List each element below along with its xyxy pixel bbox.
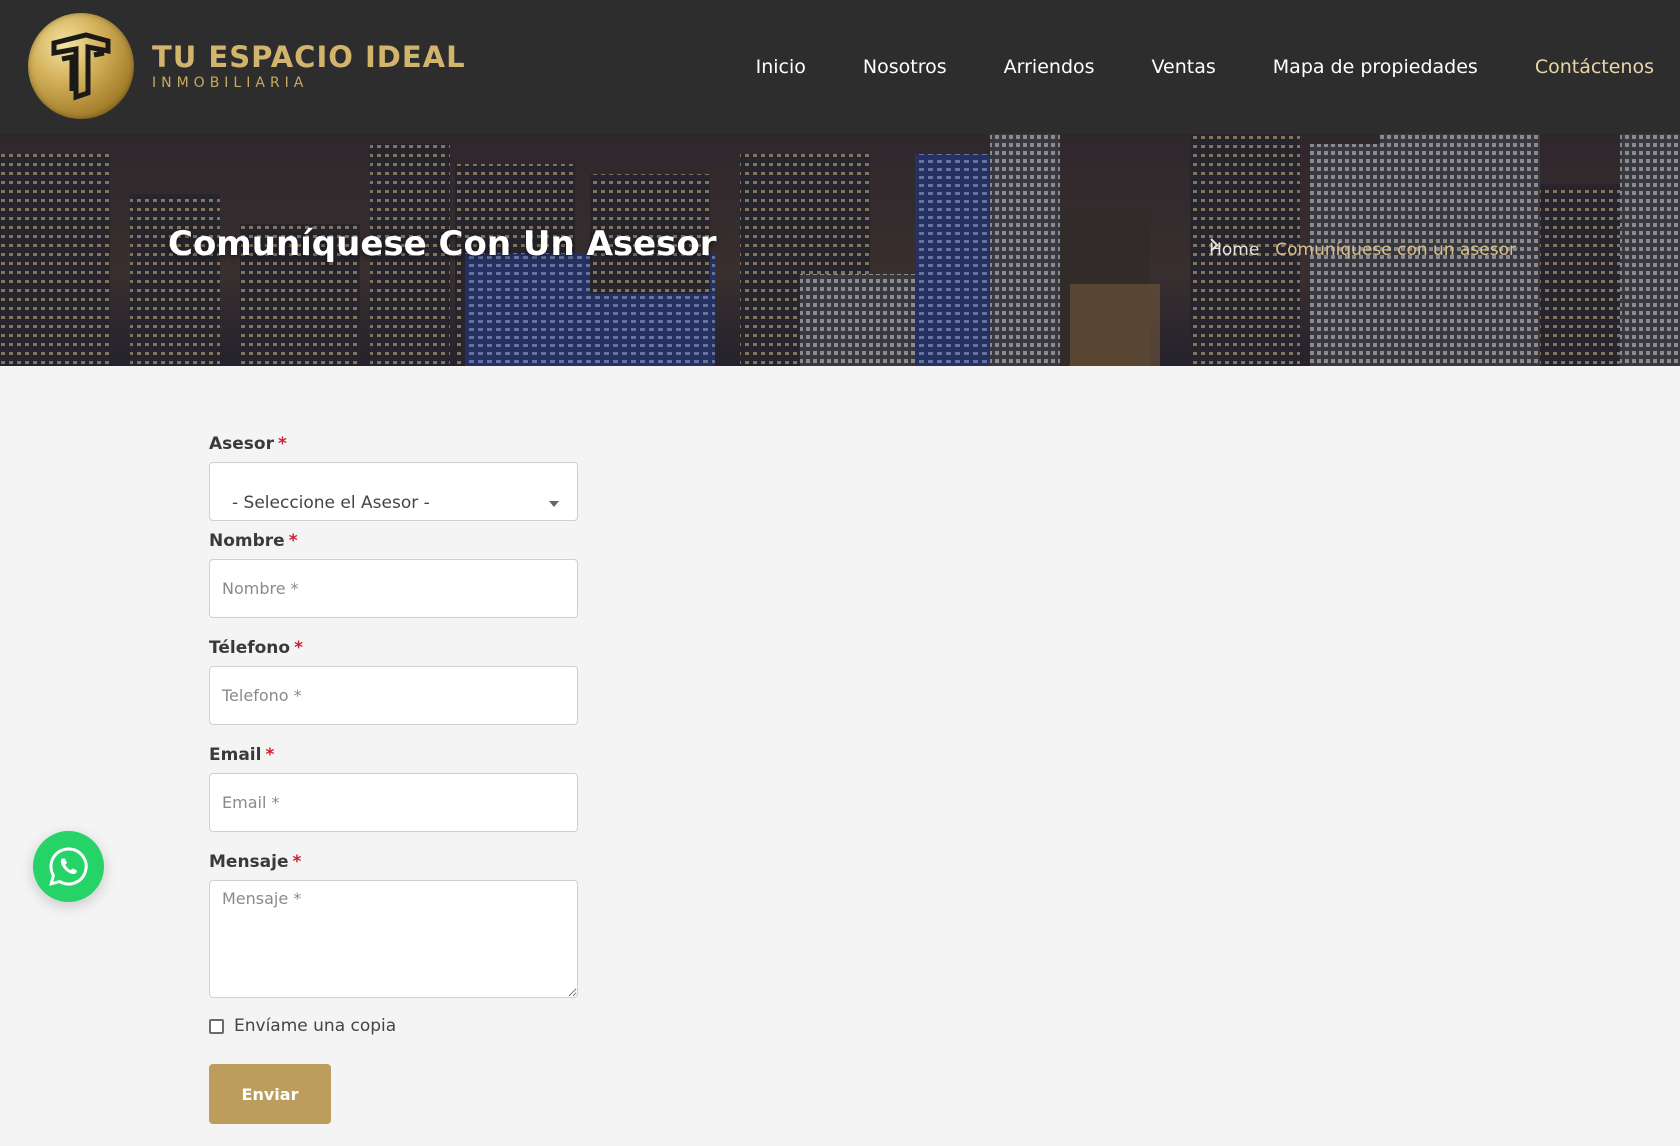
brand-name[interactable]: TU ESPACIO IDEAL [152, 40, 466, 74]
nav-item-arriendos[interactable]: Arriendos [1004, 53, 1095, 81]
required-mark: * [288, 531, 298, 551]
breadcrumb: Home Comuníquese con un asesor [1209, 238, 1516, 262]
nav-item-inicio[interactable]: Inicio [756, 53, 806, 81]
nav-item-mapa-de-propiedades[interactable]: Mapa de propiedades [1273, 53, 1478, 81]
asesor-select-value: - Seleccione el Asesor - [232, 493, 430, 513]
nav-item-contactenos[interactable]: Contáctenos [1535, 53, 1654, 81]
chevron-down-icon [549, 501, 559, 507]
mensaje-textarea[interactable] [209, 880, 578, 998]
whatsapp-icon [49, 847, 88, 886]
telefono-label: Télefono * [209, 638, 303, 658]
site-header: TU ESPACIO IDEAL INMOBILIARIA Inicio Nos… [0, 0, 1680, 134]
required-mark: * [294, 638, 303, 658]
mensaje-label: Mensaje * [209, 852, 302, 872]
copy-checkbox-row: Envíame una copia [209, 1014, 578, 1038]
logo-monogram-icon [51, 32, 111, 101]
hero-banner: Comuníquese Con Un Asesor Home Comuníque… [0, 134, 1680, 366]
whatsapp-button[interactable] [33, 831, 104, 902]
contact-form: Asesor * - Seleccione el Asesor - Nombre *… [209, 432, 578, 1124]
breadcrumb-current: Comuníquese con un asesor [1275, 240, 1516, 260]
main-nav: Inicio Nosotros Arriendos Ventas Mapa de… [699, 53, 1654, 81]
nav-item-ventas[interactable]: Ventas [1152, 53, 1216, 81]
asesor-label: Asesor * [209, 434, 287, 454]
brand-tagline: INMOBILIARIA [152, 75, 309, 91]
email-input[interactable] [209, 773, 578, 832]
required-mark: * [292, 852, 302, 872]
nombre-input[interactable] [209, 559, 578, 618]
page-title: Comuníquese Con Un Asesor [168, 224, 717, 264]
required-mark: * [278, 434, 287, 454]
copy-checkbox[interactable] [209, 1018, 224, 1034]
asesor-select[interactable]: - Seleccione el Asesor - [209, 462, 578, 521]
nombre-label: Nombre * [209, 531, 298, 551]
nav-item-nosotros[interactable]: Nosotros [863, 53, 947, 81]
email-label: Email * [209, 745, 275, 765]
telefono-input[interactable] [209, 666, 578, 725]
submit-button[interactable]: Enviar [209, 1064, 331, 1124]
required-mark: * [265, 745, 275, 765]
copy-checkbox-label[interactable]: Envíame una copia [234, 1016, 396, 1036]
logo-emblem[interactable] [28, 13, 134, 119]
